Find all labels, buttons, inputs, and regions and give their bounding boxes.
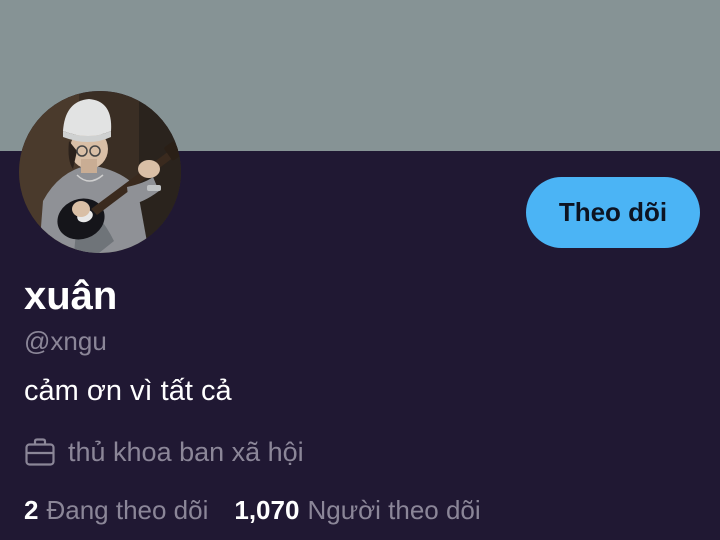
followers-stat[interactable]: 1,070 Người theo dõi [234,495,480,526]
followers-count: 1,070 [234,494,300,525]
profile-work: thủ khoa ban xã hội [24,434,304,470]
following-stat[interactable]: 2 Đang theo dõi [24,495,208,526]
briefcase-icon [24,436,56,468]
follow-button[interactable]: Theo dõi [526,177,700,248]
work-text: thủ khoa ban xã hội [68,436,304,467]
avatar[interactable] [19,91,181,253]
profile-bio: cảm ơn vì tất cả [24,375,232,407]
following-count: 2 [24,494,39,525]
following-label: Đang theo dõi [46,494,209,525]
profile-stats: 2 Đang theo dõi 1,070 Người theo dõi [24,492,481,528]
display-name: xuân [24,274,118,318]
followers-label: Người theo dõi [307,494,481,525]
user-handle: @xngu [24,326,107,356]
